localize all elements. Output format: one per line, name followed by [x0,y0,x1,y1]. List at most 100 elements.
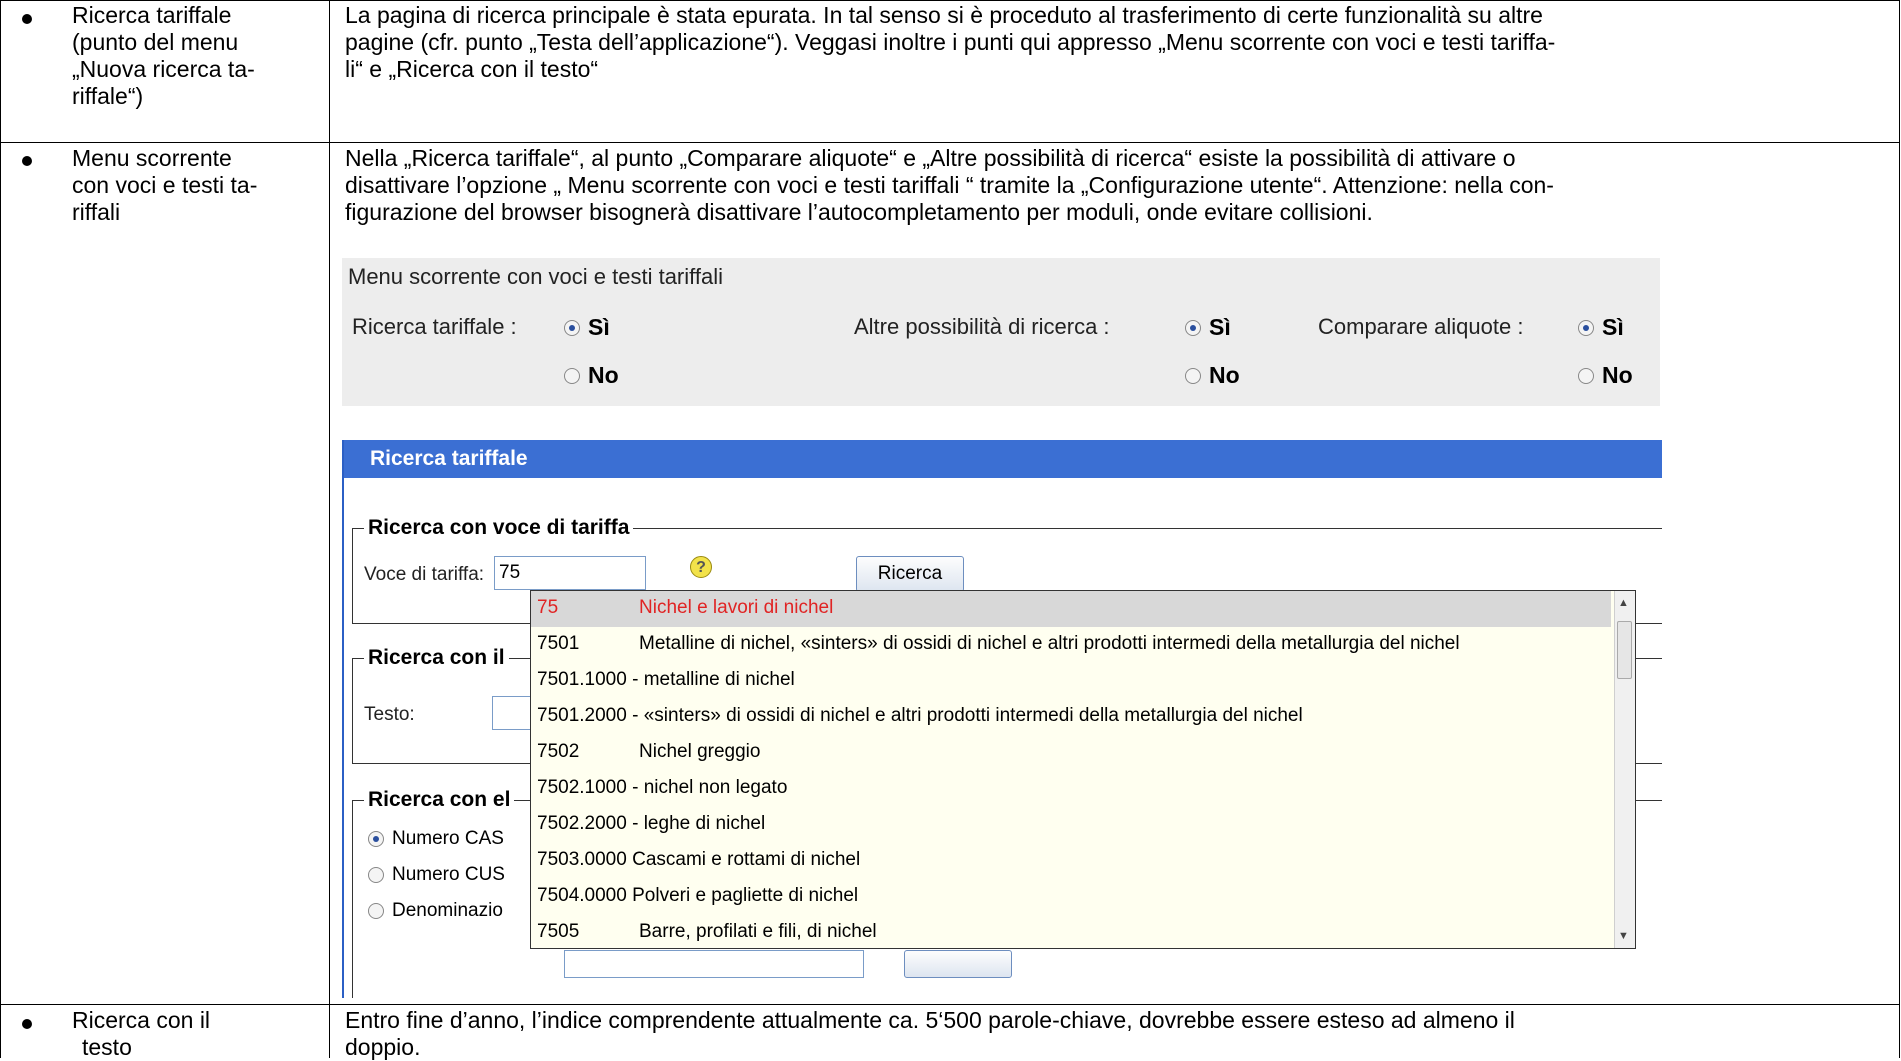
dropdown-item[interactable]: 7502 Nichel greggio [531,735,1611,771]
radio-label: Denominazio [392,900,503,921]
radio-yes-altre[interactable]: Sì [1185,314,1231,341]
config-label-comparare: Comparare aliquote : [1318,314,1524,339]
text-line: La pagina di ricerca principale è stata … [345,2,1543,28]
dropdown-item[interactable]: 75 Nichel e lavori di nichel [531,591,1611,627]
item-code: 7502.1000 [537,777,627,798]
item-code: 7501 [537,633,580,654]
dropdown-item[interactable]: 7502.2000 - leghe di nichel [531,807,1611,843]
radio-no-ricerca[interactable]: No [564,362,619,389]
legend-voce: Ricerca con voce di tariffa [364,516,634,540]
text-line: pagine (cfr. punto „Testa dell’applicazi… [345,29,1556,55]
dropdown-item[interactable]: 7501.2000 - «sinters» di ossidi di niche… [531,699,1611,735]
radio-button-icon[interactable] [1185,367,1201,384]
radio-button-icon[interactable] [564,367,580,384]
voce-label: Voce di tariffa: [364,564,485,585]
radio-button-icon[interactable] [368,903,384,919]
label-line: riffali [72,199,121,225]
item-code: 7503.0000 [537,849,627,870]
dropdown-item[interactable]: 7501.1000 - metalline di nichel [531,663,1611,699]
radio-no-altre[interactable]: No [1185,362,1240,389]
scroll-down-icon[interactable]: ▼ [1618,930,1629,942]
item-desc: Nichel greggio [639,741,761,762]
config-label-altre: Altre possibilità di ricerca : [854,314,1110,339]
row-description: La pagina di ricerca principale è stata … [345,2,1885,83]
label-line: testo [82,1034,132,1060]
user-config-panel: Menu scorrente con voci e testi tariffal… [342,258,1660,406]
label-line: con voci e testi ta- [72,172,258,198]
radio-label: Numero CAS [392,828,504,849]
app-header: Ricerca tariffale [344,440,1662,478]
radio-label: Sì [1209,314,1231,340]
item-code: 7501.2000 [537,705,627,726]
item-code: 75 [537,597,559,618]
radio-yes-comparare[interactable]: Sì [1578,314,1624,341]
text-line: li“ e „Ricerca con il testo“ [345,56,599,82]
text-line: figurazione del browser bisognerà disatt… [345,199,1373,225]
radio-button-icon[interactable] [368,831,384,847]
text-line: disattivare l’opzione „ Menu scorrente c… [345,172,1554,198]
radio-yes-ricerca[interactable]: Sì [564,314,610,341]
item-desc: Barre, profilati e fili, di nichel [639,921,877,942]
item-code: 7504.0000 [537,885,627,906]
radio-label: No [1602,362,1633,388]
dropdown-item[interactable]: 7505 Barre, profilati e fili, di nichel [531,915,1611,948]
radio-button-icon[interactable] [1185,319,1201,336]
document-table: Ricerca tariffale (punto del menu „Nuova… [0,0,1901,1061]
radio-label: Sì [588,314,610,340]
item-code: 7501.1000 [537,669,627,690]
radio-label: No [588,362,619,388]
dropdown-item[interactable]: 7503.0000 Cascami e rottami di nichel [531,843,1611,879]
testo-label: Testo: [364,704,415,725]
dropdown-scrollbar[interactable]: ▲ ▼ [1614,591,1635,948]
label-line: Ricerca tariffale [72,2,232,28]
table-row-divider [0,1004,1900,1005]
scrollbar-thumb[interactable] [1617,621,1632,679]
dropdown-item[interactable]: 7501 Metalline di nichel, «sinters» di os… [531,627,1611,663]
bullet-icon [22,14,32,24]
config-title: Menu scorrente con voci e testi tariffal… [348,264,723,289]
radio-denominazione[interactable]: Denominazio [368,900,503,922]
config-label-ricerca: Ricerca tariffale : [352,314,517,339]
row-label: Ricerca con il testo [72,1007,312,1061]
item-desc: - metalline di nichel [632,669,795,690]
item-desc: Cascami e rottami di nichel [632,849,861,870]
item-desc: Nichel e lavori di nichel [639,597,834,618]
item-desc: - leghe di nichel [632,813,766,834]
tariff-search-screenshot: Ricerca tariffale Ricerca con voce di ta… [342,440,1662,998]
autocomplete-dropdown[interactable]: 75 Nichel e lavori di nichel 7501 Metallin… [530,590,1636,949]
radio-numero-cas[interactable]: Numero CAS [368,828,504,850]
search-button-2[interactable] [904,950,1012,978]
radio-button-icon[interactable] [1578,367,1594,384]
label-line: Menu scorrente [72,145,232,171]
label-line: „Nuova ricerca ta- [72,56,255,82]
dropdown-item[interactable]: 7504.0000 Polveri e pagliette di nichel [531,879,1611,915]
row-description: Entro fine d’anno, l’indice comprendente… [345,1007,1885,1061]
legend-el: Ricerca con el [364,788,515,812]
radio-button-icon[interactable] [564,319,580,336]
table-border-top [0,0,1900,1]
scroll-up-icon[interactable]: ▲ [1618,597,1629,609]
ricerca-button[interactable]: Ricerca [856,556,964,592]
radio-label: No [1209,362,1240,388]
radio-no-comparare[interactable]: No [1578,362,1633,389]
item-desc: - «sinters» di ossidi di nichel e altri … [632,705,1303,726]
voce-input[interactable]: 75 [494,556,646,590]
label-line: Ricerca con il [72,1007,211,1033]
text-line: Entro fine d’anno, l’indice comprendente… [345,1007,1515,1033]
row-description: Nella „Ricerca tariffale“, al punto „Com… [345,145,1885,226]
label-line: riffale“) [72,83,144,109]
table-column-divider [329,0,330,1058]
radio-button-icon[interactable] [1578,319,1594,336]
radio-label: Numero CUS [392,864,505,885]
legend-testo: Ricerca con il [364,646,509,670]
bullet-icon [22,156,32,166]
item-code: 7505 [537,921,580,942]
table-row-divider [0,142,1900,143]
denominazione-input[interactable] [564,950,864,978]
radio-numero-cus[interactable]: Numero CUS [368,864,505,886]
item-desc: Polveri e pagliette di nichel [632,885,859,906]
text-line: Nella „Ricerca tariffale“, al punto „Com… [345,145,1516,171]
radio-button-icon[interactable] [368,867,384,883]
dropdown-item[interactable]: 7502.1000 - nichel non legato [531,771,1611,807]
help-icon[interactable]: ? [690,556,712,578]
